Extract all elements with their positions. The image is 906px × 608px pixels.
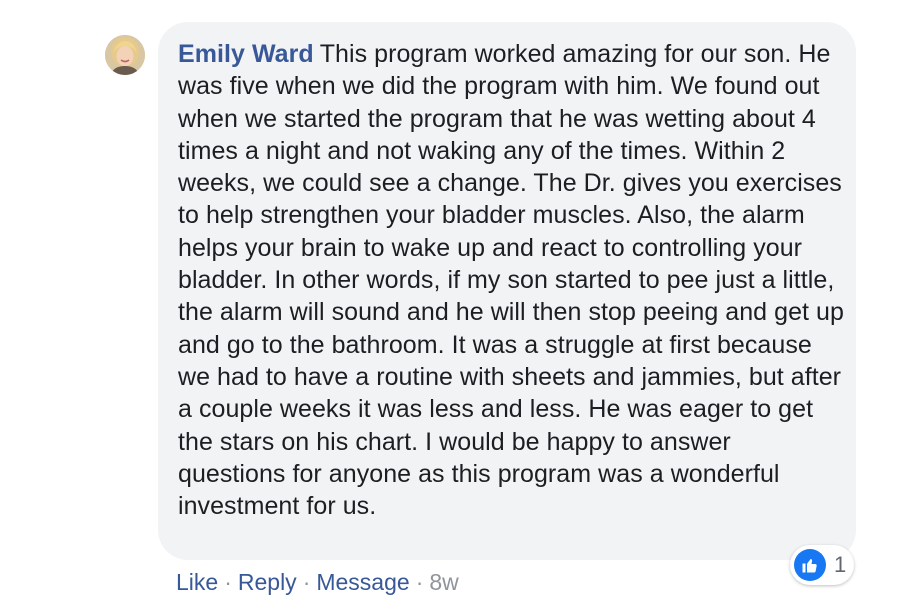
separator: · bbox=[415, 569, 424, 595]
avatar-image bbox=[105, 35, 145, 75]
message-link[interactable]: Message bbox=[316, 569, 409, 595]
comment-bubble: Emily Ward This program worked amazing fo… bbox=[158, 22, 856, 560]
reply-link[interactable]: Reply bbox=[238, 569, 297, 595]
comment-author[interactable]: Emily Ward bbox=[178, 40, 314, 68]
avatar[interactable] bbox=[105, 35, 145, 75]
comment-text: This program worked amazing for our son.… bbox=[178, 40, 844, 521]
comment-actions: Like · Reply · Message · 8w bbox=[176, 568, 459, 596]
separator: · bbox=[302, 569, 311, 595]
reaction-count: 1 bbox=[834, 552, 847, 577]
thumbs-up-icon bbox=[794, 549, 826, 581]
timestamp[interactable]: 8w bbox=[429, 569, 458, 595]
like-link[interactable]: Like bbox=[176, 569, 218, 595]
reaction-summary[interactable]: 1 bbox=[790, 545, 855, 585]
separator: · bbox=[224, 569, 232, 595]
comment-body: Emily Ward This program worked amazing fo… bbox=[178, 38, 844, 522]
